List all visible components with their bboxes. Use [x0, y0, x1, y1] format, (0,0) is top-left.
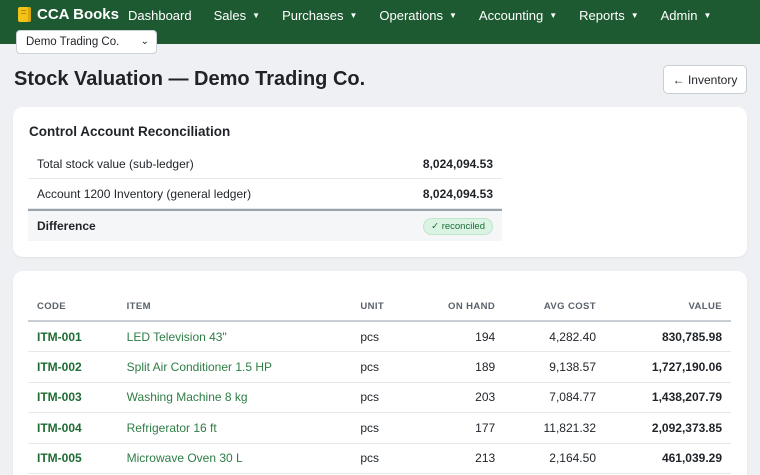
- brand-logo[interactable]: CCA Books: [18, 6, 119, 23]
- nav-sales-label: Sales: [213, 8, 247, 23]
- recon-label: Total stock value (sub-ledger): [37, 156, 194, 171]
- item-name-link[interactable]: LED Television 43": [117, 321, 352, 352]
- item-on-hand: 203: [411, 382, 505, 413]
- caret-down-icon: ▼: [630, 11, 639, 20]
- page-title: Stock Valuation — Demo Trading Co.: [14, 68, 366, 90]
- nav-sales[interactable]: Sales ▼: [214, 8, 260, 23]
- item-avg-cost: 9,138.57: [504, 351, 605, 383]
- nav-dashboard-label: Dashboard: [128, 8, 192, 23]
- item-name-link[interactable]: Washing Machine 8 kg: [117, 382, 352, 413]
- item-on-hand: 177: [411, 412, 505, 444]
- recon-row-general-ledger: Account 1200 Inventory (general ledger) …: [28, 179, 502, 209]
- col-header-value[interactable]: VALUE: [605, 293, 731, 322]
- nav-accounting-label: Accounting: [478, 8, 544, 23]
- nav-dashboard[interactable]: Dashboard: [128, 8, 192, 23]
- table-row: ITM-003 Washing Machine 8 kg pcs 203 7,0…: [28, 382, 731, 413]
- nav-reports[interactable]: Reports ▼: [579, 8, 638, 23]
- caret-down-icon: ▼: [549, 11, 558, 20]
- table-row: ITM-001 LED Television 43" pcs 194 4,282…: [28, 321, 731, 352]
- item-code-link[interactable]: ITM-005: [28, 443, 118, 474]
- item-code-link[interactable]: ITM-001: [28, 321, 118, 352]
- item-unit: pcs: [351, 321, 412, 352]
- item-on-hand: 213: [411, 443, 505, 474]
- stock-items-table: CODE ITEM UNIT ON HAND AVG COST VALUE IT…: [28, 293, 731, 474]
- item-unit: pcs: [351, 412, 412, 444]
- recon-amount: 8,024,094.53: [422, 156, 493, 171]
- col-header-item[interactable]: ITEM: [117, 293, 352, 322]
- stock-items-card: CODE ITEM UNIT ON HAND AVG COST VALUE IT…: [13, 271, 747, 475]
- back-to-inventory-button[interactable]: ← Inventory: [663, 65, 747, 94]
- caret-down-icon: ▼: [703, 11, 712, 20]
- item-name-link[interactable]: Refrigerator 16 ft: [117, 412, 352, 444]
- col-header-unit[interactable]: UNIT: [351, 293, 412, 322]
- item-on-hand: 194: [411, 321, 505, 352]
- brand-name: CCA Books: [37, 6, 119, 23]
- nav-admin-label: Admin: [660, 8, 698, 23]
- col-header-code[interactable]: CODE: [28, 293, 118, 322]
- item-code-link[interactable]: ITM-004: [28, 412, 118, 444]
- nav-reports-label: Reports: [579, 8, 625, 23]
- reconciled-status-badge: ✓ reconciled: [423, 217, 493, 235]
- company-select-value: Demo Trading Co.: [26, 36, 120, 48]
- reconciliation-title: Control Account Reconciliation: [29, 124, 231, 139]
- main-nav: Dashboard Sales ▼ Purchases ▼ Operations ▼ …: [128, 8, 733, 23]
- nav-operations[interactable]: Operations ▼: [379, 8, 457, 23]
- reconciliation-table: Total stock value (sub-ledger) 8,024,094…: [28, 149, 502, 241]
- item-code-link[interactable]: ITM-002: [28, 351, 118, 383]
- item-value: 1,727,190.06: [605, 351, 731, 383]
- recon-row-subledger: Total stock value (sub-ledger) 8,024,094…: [28, 149, 502, 179]
- table-row: ITM-002 Split Air Conditioner 1.5 HP pcs…: [28, 351, 731, 383]
- item-avg-cost: 7,084.77: [504, 382, 605, 413]
- item-value: 830,785.98: [605, 321, 731, 352]
- table-row: ITM-005 Microwave Oven 30 L pcs 213 2,16…: [28, 443, 731, 474]
- item-unit: pcs: [351, 382, 412, 413]
- item-value: 461,039.29: [605, 443, 731, 474]
- company-select[interactable]: Demo Trading Co. ⌄: [16, 30, 157, 54]
- difference-label: Difference: [37, 219, 96, 233]
- recon-label: Account 1200 Inventory (general ledger): [37, 186, 252, 201]
- item-unit: pcs: [351, 351, 412, 383]
- table-header-row: CODE ITEM UNIT ON HAND AVG COST VALUE: [28, 293, 731, 322]
- chevron-down-icon: ⌄: [140, 36, 149, 47]
- ledger-book-icon: [18, 7, 31, 22]
- item-code-link[interactable]: ITM-003: [28, 382, 118, 413]
- item-name-link[interactable]: Split Air Conditioner 1.5 HP: [117, 351, 352, 383]
- recon-amount: 8,024,094.53: [422, 186, 493, 201]
- nav-admin[interactable]: Admin ▼: [661, 8, 712, 23]
- caret-down-icon: ▼: [349, 11, 358, 20]
- item-value: 2,092,373.85: [605, 412, 731, 444]
- item-avg-cost: 4,282.40: [504, 321, 605, 352]
- recon-row-difference: Difference ✓ reconciled: [28, 209, 502, 241]
- nav-accounting[interactable]: Accounting ▼: [479, 8, 557, 23]
- item-unit: pcs: [351, 443, 412, 474]
- item-value: 1,438,207.79: [605, 382, 731, 413]
- item-avg-cost: 11,821.32: [504, 412, 605, 444]
- table-row: ITM-004 Refrigerator 16 ft pcs 177 11,82…: [28, 412, 731, 444]
- caret-down-icon: ▼: [449, 11, 457, 20]
- item-name-link[interactable]: Microwave Oven 30 L: [117, 443, 352, 474]
- nav-operations-label: Operations: [379, 8, 443, 23]
- nav-purchases-label: Purchases: [282, 8, 344, 23]
- item-avg-cost: 2,164.50: [504, 443, 605, 474]
- caret-down-icon: ▼: [252, 11, 261, 20]
- nav-purchases[interactable]: Purchases ▼: [282, 8, 357, 23]
- item-on-hand: 189: [411, 351, 505, 383]
- col-header-on-hand[interactable]: ON HAND: [411, 293, 505, 322]
- col-header-avg-cost[interactable]: AVG COST: [504, 293, 605, 322]
- reconciliation-card: Control Account Reconciliation Total sto…: [13, 107, 747, 257]
